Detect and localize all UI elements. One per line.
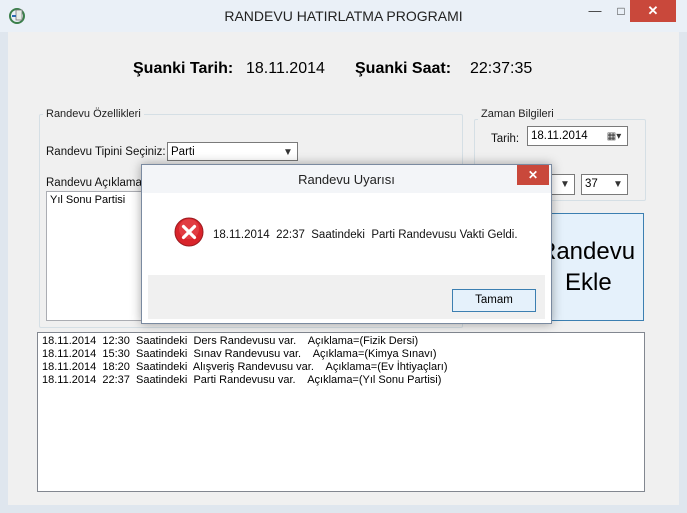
- dialog-title-bar[interactable]: Randevu Uyarısı ✕: [142, 165, 551, 193]
- dialog-body: 18.11.2014 22:37 Saatindeki Parti Randev…: [148, 193, 545, 319]
- error-icon: [174, 217, 204, 247]
- minute-select-value: 37: [585, 178, 598, 190]
- type-label: Randevu Tipini Seçiniz:: [46, 146, 166, 158]
- time-date-label: Tarih:: [491, 133, 520, 145]
- chevron-down-icon: ▼: [560, 179, 570, 190]
- list-item[interactable]: 18.11.2014 15:30 Saatindeki Sınav Randev…: [42, 348, 640, 361]
- hour-select[interactable]: ▼: [548, 174, 575, 195]
- type-select[interactable]: Parti ▼: [167, 142, 298, 161]
- date-picker-value: 18.11.2014: [531, 130, 588, 142]
- time-info-group-label: Zaman Bilgileri: [478, 108, 557, 120]
- alert-dialog: Randevu Uyarısı ✕ 18.11.2014 22:37 Saati…: [141, 164, 552, 324]
- title-bar[interactable]: RANDEVU HATIRLATMA PROGRAMI — □ ✕: [0, 0, 687, 32]
- close-button[interactable]: ✕: [630, 0, 676, 22]
- list-item[interactable]: 18.11.2014 12:30 Saatindeki Ders Randevu…: [42, 335, 640, 348]
- dialog-message: 18.11.2014 22:37 Saatindeki Parti Randev…: [213, 229, 518, 241]
- properties-group-label: Randevu Özellikleri: [43, 108, 144, 120]
- dialog-title: Randevu Uyarısı: [298, 172, 395, 187]
- current-time-value: 22:37:35: [470, 60, 533, 77]
- ok-button[interactable]: Tamam: [452, 289, 536, 312]
- appointment-list[interactable]: 18.11.2014 12:30 Saatindeki Ders Randevu…: [37, 332, 645, 492]
- current-date-value: 18.11.2014: [246, 60, 325, 77]
- list-item[interactable]: 18.11.2014 18:20 Saatindeki Alışveriş Ra…: [42, 361, 640, 374]
- current-time-label: Şuanki Saat:: [355, 60, 452, 77]
- dialog-close-button[interactable]: ✕: [517, 165, 549, 185]
- list-item[interactable]: 18.11.2014 22:37 Saatindeki Parti Randev…: [42, 374, 640, 387]
- current-date-label: Şuanki Tarih:: [133, 60, 234, 77]
- main-window: RANDEVU HATIRLATMA PROGRAMI — □ ✕ Şuanki…: [0, 0, 687, 513]
- description-label: Randevu Açıklaması: [46, 177, 151, 189]
- add-button-line1: Randevu: [539, 238, 636, 265]
- calendar-icon: ▦▾: [606, 131, 622, 142]
- type-select-value: Parti: [171, 146, 195, 158]
- chevron-down-icon: ▼: [283, 147, 293, 158]
- chevron-down-icon: ▼: [613, 179, 623, 190]
- date-picker[interactable]: 18.11.2014 ▦▾: [527, 126, 628, 146]
- description-textarea[interactable]: Yıl Sonu Partisi: [46, 191, 156, 321]
- add-button-line2: Ekle: [565, 269, 612, 296]
- dialog-footer: Tamam: [148, 275, 545, 319]
- description-text: Yıl Sonu Partisi: [50, 194, 126, 206]
- minute-select[interactable]: 37 ▼: [581, 174, 628, 195]
